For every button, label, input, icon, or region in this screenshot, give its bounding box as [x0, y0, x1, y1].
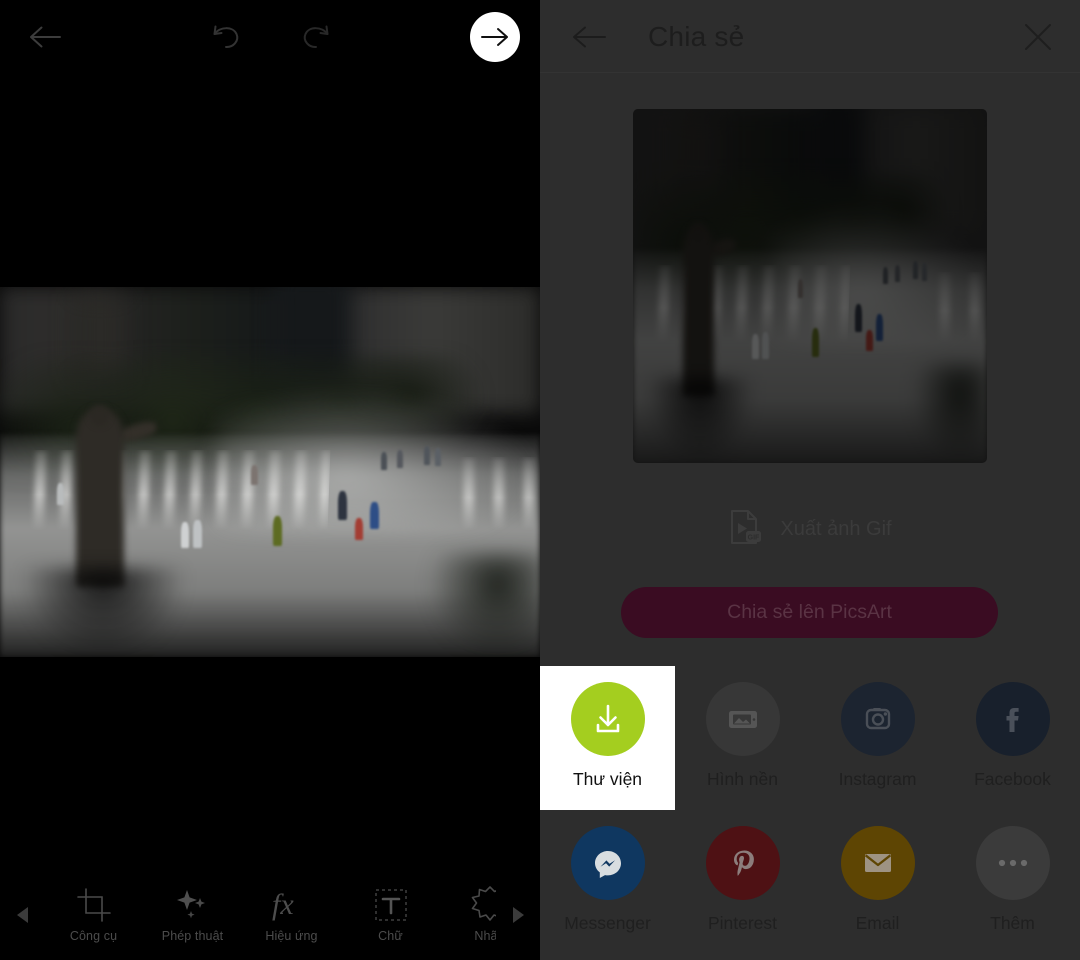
tool-item-effects[interactable]: fx Hiệu ứng [242, 870, 341, 960]
wallpaper-icon [705, 682, 780, 756]
share-target-wallpaper[interactable]: Hình nền [675, 666, 810, 810]
share-target-email[interactable]: Email [810, 810, 945, 954]
share-to-picsart-button[interactable]: Chia sẻ lên PicsArt [621, 587, 998, 638]
crop-icon [76, 887, 111, 922]
share-target-more[interactable]: Thêm [945, 810, 1080, 954]
share-target-label: Facebook [974, 769, 1051, 789]
share-target-facebook[interactable]: Facebook [945, 666, 1080, 810]
share-close-button[interactable] [1014, 14, 1062, 60]
share-target-label: Messenger [564, 913, 651, 933]
share-sheet-title: Chia sẻ [648, 20, 745, 52]
messenger-icon [570, 826, 645, 900]
sparkles-icon [176, 888, 210, 922]
tool-label: Hiệu ứng [265, 928, 318, 943]
tool-label: Công cụ [69, 928, 118, 943]
undo-button[interactable] [200, 14, 252, 60]
share-header: Chia sẻ [540, 0, 1080, 73]
editor-canvas[interactable] [0, 287, 540, 657]
editor-back-button[interactable] [20, 14, 72, 60]
chevron-right-icon [512, 907, 524, 923]
chevron-left-icon [16, 907, 28, 923]
share-target-label: Pinterest [707, 913, 778, 933]
share-target-pinterest[interactable]: Pinterest [675, 810, 810, 954]
editor-panel: Công cụ Phép thuật fx Hiệu ứng Chữ Nhã [0, 0, 540, 960]
tools-scroll-right-button[interactable] [496, 870, 540, 960]
edited-photo [0, 287, 540, 657]
sticker-star-icon [470, 885, 496, 922]
svg-text:GIF: GIF [748, 534, 760, 541]
tool-item-text[interactable]: Chữ [341, 870, 440, 960]
tool-label: Nhãn [474, 928, 496, 943]
arrow-left-icon [573, 26, 606, 48]
redo-button[interactable] [290, 14, 342, 60]
envelope-icon [840, 826, 915, 900]
tool-label: Phép thuật [161, 928, 224, 943]
share-target-library[interactable]: Thư viện [540, 666, 675, 810]
tool-label: Chữ [378, 928, 403, 943]
download-icon [570, 682, 645, 756]
arrow-right-icon [481, 28, 508, 46]
gif-file-icon: GIF [728, 509, 762, 550]
more-dots-icon [975, 826, 1050, 900]
share-target-label: Thư viện [572, 769, 643, 789]
svg-text:fx: fx [272, 888, 294, 921]
share-targets-grid: Thư viện Hình nền Instagram Facebook Mes… [540, 666, 1080, 954]
fx-icon: fx [271, 888, 313, 922]
preview-photo [633, 109, 987, 463]
tools-scroll-left-button[interactable] [0, 870, 44, 960]
instagram-icon [840, 682, 915, 756]
share-target-instagram[interactable]: Instagram [810, 666, 945, 810]
editor-top-bar [0, 0, 540, 73]
apply-next-button[interactable] [470, 12, 520, 62]
tool-item-tools[interactable]: Công cụ [44, 870, 143, 960]
share-target-label: Email [855, 913, 900, 933]
tool-item-sticker[interactable]: Nhãn [440, 870, 496, 960]
editor-tool-strip: Công cụ Phép thuật fx Hiệu ứng Chữ Nhã [0, 870, 540, 960]
share-panel: Chia sẻ GIF Xuất ảnh Gif Chia sẻ lên Pic… [540, 0, 1080, 960]
tool-list: Công cụ Phép thuật fx Hiệu ứng Chữ Nhã [44, 870, 496, 960]
facebook-icon [975, 682, 1050, 756]
share-target-messenger[interactable]: Messenger [540, 810, 675, 954]
export-gif-label: Xuất ảnh Gif [780, 517, 892, 540]
text-box-icon [373, 888, 409, 922]
share-target-label: Thêm [990, 913, 1035, 933]
share-preview-thumbnail[interactable] [633, 109, 987, 463]
close-icon [1025, 24, 1051, 50]
export-gif-row[interactable]: GIF Xuất ảnh Gif [540, 503, 1080, 555]
share-back-button[interactable] [566, 14, 614, 60]
app-root: Công cụ Phép thuật fx Hiệu ứng Chữ Nhã C… [0, 0, 1080, 960]
share-target-label: Hình nền [706, 769, 779, 789]
tool-item-magic[interactable]: Phép thuật [143, 870, 242, 960]
share-target-label: Instagram [838, 769, 917, 789]
pinterest-icon [705, 826, 780, 900]
